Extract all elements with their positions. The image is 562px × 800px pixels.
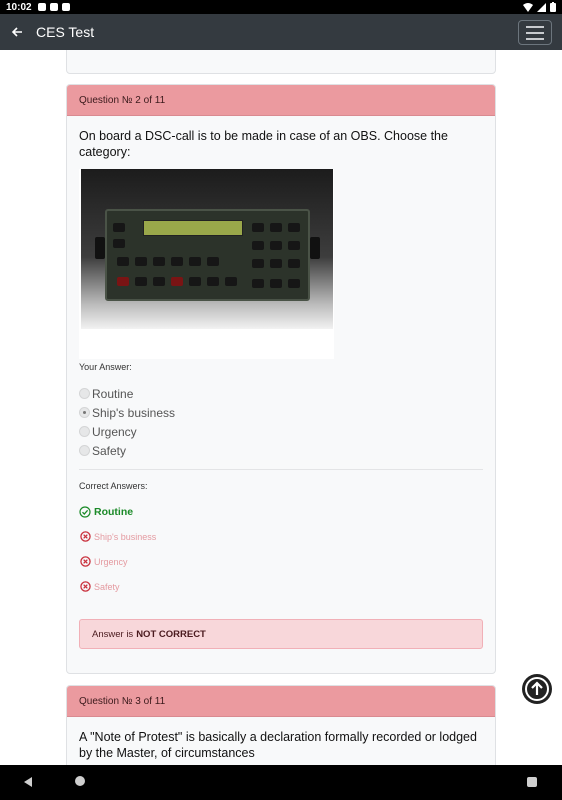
nav-recent-apps-icon[interactable] xyxy=(527,777,537,787)
question-card-previous xyxy=(66,50,496,74)
question-card-2: Question № 2 of 11 On board a DSC-call i… xyxy=(66,84,496,674)
answer-label: Routine xyxy=(94,505,134,518)
radio-button[interactable] xyxy=(79,388,90,399)
option-label: Routine xyxy=(92,386,134,401)
app-bar: CES Test xyxy=(0,14,562,50)
result-prefix: Answer is xyxy=(92,628,134,640)
wrong-answer: Urgency xyxy=(67,549,495,574)
system-nav-bar xyxy=(0,765,562,800)
nav-back-icon[interactable] xyxy=(24,777,32,787)
divider xyxy=(79,469,483,470)
option-routine[interactable]: Routine xyxy=(67,384,495,403)
status-bar: 10:02 xyxy=(0,0,562,14)
scroll-to-top-button[interactable] xyxy=(522,674,552,704)
x-circle-icon xyxy=(79,531,91,543)
option-urgency[interactable]: Urgency xyxy=(67,422,495,441)
signal-icon xyxy=(537,2,546,12)
status-time: 10:02 xyxy=(6,1,32,13)
answer-label: Safety xyxy=(94,581,120,592)
question-text: A "Note of Protest" is basically a decla… xyxy=(79,730,477,760)
radio-button[interactable] xyxy=(79,426,90,437)
option-label: Ship's business xyxy=(92,405,176,420)
notification-icon xyxy=(61,3,70,11)
x-circle-icon xyxy=(79,556,91,568)
result-alert: Answer is NOT CORRECT xyxy=(79,619,483,649)
dsc-device xyxy=(95,209,320,301)
nav-home-icon[interactable] xyxy=(75,776,85,786)
lcd-display xyxy=(143,220,243,236)
option-label: Urgency xyxy=(92,424,137,439)
radio-button[interactable] xyxy=(79,445,90,456)
correct-answer: Routine xyxy=(67,499,495,524)
wrong-answer: Safety xyxy=(67,574,495,599)
question-text: On board a DSC-call is to be made in cas… xyxy=(79,129,448,159)
arrow-left-icon xyxy=(11,27,22,37)
result-status: NOT CORRECT xyxy=(136,628,206,640)
question-header: Question № 2 of 11 xyxy=(67,85,495,116)
question-list[interactable]: Question № 2 of 11 On board a DSC-call i… xyxy=(0,50,562,765)
app-title: CES Test xyxy=(36,24,95,40)
dsc-controller-image xyxy=(79,169,334,359)
answer-label: Ship's business xyxy=(94,531,157,542)
notification-icon xyxy=(49,3,58,11)
option-label: Safety xyxy=(92,443,127,458)
radio-button-checked[interactable] xyxy=(79,407,90,418)
option-safety[interactable]: Safety xyxy=(67,441,495,460)
question-card-3: Question № 3 of 11 A "Note of Protest" i… xyxy=(66,685,496,765)
question-header: Question № 3 of 11 xyxy=(67,686,495,717)
hamburger-menu-icon xyxy=(526,25,544,28)
answer-label: Urgency xyxy=(94,556,128,567)
battery-icon xyxy=(550,2,556,12)
wifi-icon xyxy=(523,2,533,12)
your-answer-label: Your Answer: xyxy=(79,362,132,372)
back-button[interactable] xyxy=(2,14,32,50)
check-circle-icon xyxy=(79,505,91,518)
arrow-up-circle-icon xyxy=(525,677,549,701)
menu-button[interactable] xyxy=(518,20,552,45)
wrong-answer: Ship's business xyxy=(67,524,495,549)
option-ships-business[interactable]: Ship's business xyxy=(67,403,495,422)
x-circle-icon xyxy=(79,581,91,593)
correct-answers-label: Correct Answers: xyxy=(79,481,148,491)
notification-icon xyxy=(37,3,46,11)
